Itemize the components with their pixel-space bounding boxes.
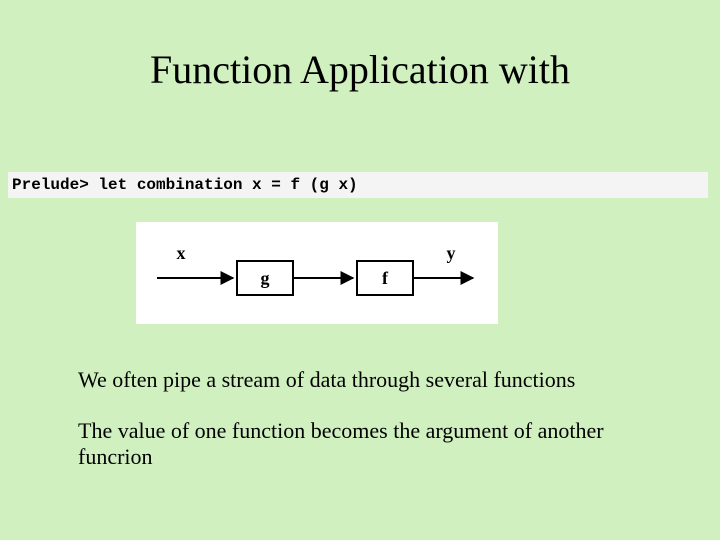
body-text-1: We often pipe a stream of data through s… bbox=[78, 367, 648, 393]
pipeline-diagram: x g f y bbox=[136, 222, 498, 324]
box-f-label: f bbox=[382, 268, 389, 288]
diagram-input-label: x bbox=[177, 243, 186, 263]
box-g-label: g bbox=[261, 268, 270, 288]
diagram-output-label: y bbox=[447, 243, 456, 263]
slide: Function Application with Prelude> let c… bbox=[0, 0, 720, 540]
slide-title: Function Application with bbox=[0, 46, 720, 93]
body-text-2: The value of one function becomes the ar… bbox=[78, 418, 648, 471]
code-line: Prelude> let combination x = f (g x) bbox=[8, 172, 708, 198]
